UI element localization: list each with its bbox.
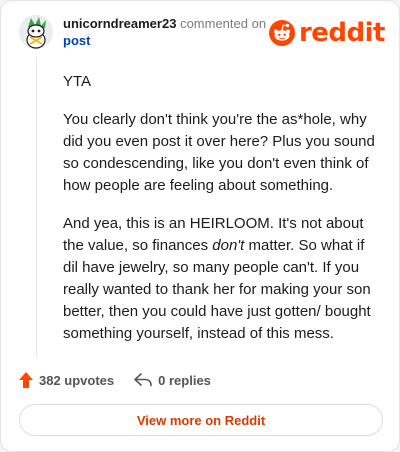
comment-paragraph-3: And yea, this is an HEIRLOOM. It's not a…: [63, 213, 383, 345]
reddit-snoo-icon: [268, 20, 295, 46]
reply-count: 0 replies: [158, 372, 211, 388]
post-link[interactable]: post: [63, 32, 273, 49]
paragraph-3-emphasis: don't: [212, 237, 245, 254]
view-more-button[interactable]: View more on Reddit: [19, 404, 383, 436]
snoo-avatar-icon: [19, 15, 53, 49]
reddit-wordmark: reddit: [298, 18, 386, 48]
comment-meta: unicorndreamer23 commented on post: [63, 15, 273, 49]
comment-paragraph-2: You clearly don't think you're the as*ho…: [63, 111, 375, 194]
reply-arrow-icon: [134, 373, 152, 387]
upvote-arrow-icon: [19, 372, 33, 388]
comment-header: unicorndreamer23 commented on post reddi…: [19, 13, 386, 57]
comment-body: YTA You clearly don't think you're the a…: [63, 71, 383, 361]
replies-button[interactable]: 0 replies: [134, 373, 211, 388]
embed-card: unicorndreamer23 commented on post reddi…: [0, 0, 400, 452]
action-text: commented on: [180, 16, 267, 31]
thread-line: [36, 57, 37, 357]
reddit-logo[interactable]: reddit: [268, 18, 386, 48]
comment-paragraph-1: YTA: [63, 73, 92, 90]
user-avatar[interactable]: [19, 15, 53, 49]
upvote-button[interactable]: 382 upvotes: [19, 372, 114, 388]
username-link[interactable]: unicorndreamer23: [63, 16, 176, 31]
upvote-count: 382 upvotes: [39, 372, 115, 388]
comment-footer: 382 upvotes 0 replies: [19, 369, 231, 391]
